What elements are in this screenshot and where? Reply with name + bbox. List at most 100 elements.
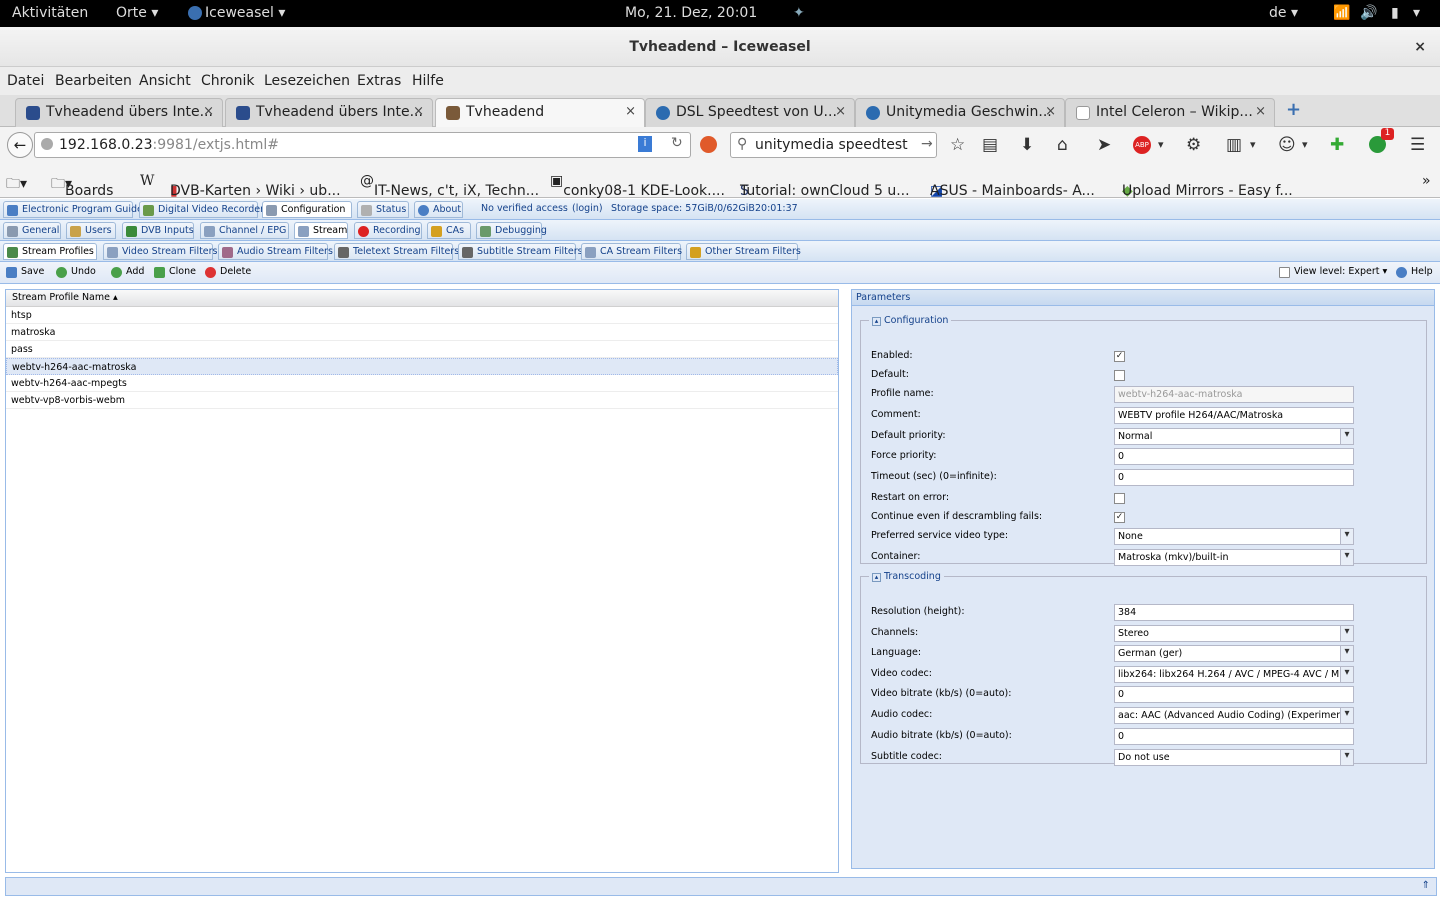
search-input[interactable]: unitymedia speedtest	[755, 137, 908, 153]
site-identity-icon[interactable]	[41, 138, 53, 150]
audio-codec-select[interactable]: aac: AAC (Advanced Audio Coding) (Experi…	[1114, 707, 1354, 724]
timeout-field[interactable]: 0	[1114, 469, 1354, 486]
tab-status[interactable]: Status	[357, 201, 409, 218]
configuration-legend[interactable]: ▴ Configuration	[869, 315, 951, 326]
downloads-icon[interactable]: ⬇	[1020, 135, 1034, 155]
save-button[interactable]: Save	[6, 266, 44, 278]
browser-tab-active[interactable]: Tvheadend ×	[435, 98, 645, 128]
collapse-icon[interactable]: ▴	[872, 317, 881, 326]
audio-bitrate-field[interactable]: 0	[1114, 728, 1354, 745]
resolution-field[interactable]: 384	[1114, 604, 1354, 621]
browser-tab[interactable]: Tvheadend übers Inte... ×	[15, 98, 223, 127]
bookmarks-list-icon[interactable]: ▤	[982, 135, 998, 155]
home-icon[interactable]: ⌂	[1057, 135, 1068, 155]
browser-tab[interactable]: Intel Celeron – Wikip... ×	[1065, 98, 1275, 127]
wikipedia-icon[interactable]: W	[140, 173, 154, 189]
view-level-dropdown[interactable]: View level: Expert ▾	[1279, 266, 1387, 278]
tab-debugging[interactable]: Debugging	[476, 222, 547, 239]
tab-teletext-filters[interactable]: Teletext Stream Filters	[334, 243, 459, 260]
preferred-video-select[interactable]: None	[1114, 528, 1354, 545]
menu-extras[interactable]: Extras	[357, 73, 401, 89]
tab-close-icon[interactable]: ×	[203, 104, 214, 119]
app-menu[interactable]: Iceweasel ▾	[205, 5, 285, 21]
menu-bearbeiten[interactable]: Bearbeiten	[55, 73, 132, 89]
wifi-icon[interactable]: 📶	[1333, 5, 1350, 21]
tab-about[interactable]: About	[414, 201, 463, 218]
table-row[interactable]: matroska	[6, 324, 838, 341]
tab-cas[interactable]: CAs	[427, 222, 471, 239]
table-row[interactable]: webtv-h264-aac-mpegts	[6, 375, 838, 392]
default-priority-select[interactable]: Normal	[1114, 428, 1354, 445]
table-row[interactable]: webtv-vp8-vorbis-webm	[6, 392, 838, 409]
tab-ca-filters[interactable]: CA Stream Filters	[581, 243, 682, 260]
help-button[interactable]: Help	[1396, 266, 1433, 278]
login-link[interactable]: (login)	[572, 203, 603, 214]
tab-stream[interactable]: Stream	[294, 222, 348, 239]
tab-close-icon[interactable]: ×	[1045, 104, 1056, 119]
volume-icon[interactable]: 🔊	[1360, 5, 1377, 21]
tab-video-filters[interactable]: Video Stream Filters	[103, 243, 218, 260]
adblock-disabled-icon[interactable]	[700, 136, 717, 153]
tab-dvr[interactable]: Digital Video Recorder	[139, 201, 264, 218]
tab-users[interactable]: Users	[66, 222, 116, 239]
tab-other-filters[interactable]: Other Stream Filters	[686, 243, 801, 260]
extension-gear-icon[interactable]: ⚙	[1186, 135, 1201, 155]
browser-tab[interactable]: Tvheadend übers Inte... ×	[225, 98, 433, 127]
subtitle-codec-select[interactable]: Do not use	[1114, 749, 1354, 766]
menu-datei[interactable]: Datei	[7, 73, 44, 89]
tab-channel-epg[interactable]: Channel / EPG	[200, 222, 289, 239]
chevron-down-icon[interactable]: ▾	[1250, 138, 1256, 151]
browser-tab[interactable]: Unitymedia Geschwin... ×	[855, 98, 1065, 127]
language-select[interactable]: German (ger)	[1114, 645, 1354, 662]
tab-epg[interactable]: Electronic Program Guide	[3, 201, 143, 218]
tab-general[interactable]: General	[3, 222, 61, 239]
transcoding-legend[interactable]: ▴ Transcoding	[869, 571, 944, 582]
undo-button[interactable]: Undo	[56, 266, 96, 278]
chevron-down-icon[interactable]: ▾	[1158, 138, 1164, 151]
new-tab-button[interactable]: +	[1286, 99, 1301, 120]
send-icon[interactable]: ➤	[1097, 135, 1111, 155]
chevron-down-icon[interactable]: ▾	[1302, 138, 1308, 151]
browser-tab[interactable]: DSL Speedtest von U... ×	[645, 98, 855, 127]
tab-close-icon[interactable]: ×	[835, 104, 846, 119]
delete-button[interactable]: Delete	[205, 266, 251, 278]
power-menu-icon[interactable]: ▾	[1413, 5, 1420, 21]
tab-close-icon[interactable]: ×	[625, 104, 636, 119]
table-row[interactable]: htsp	[6, 307, 838, 324]
video-bitrate-field[interactable]: 0	[1114, 686, 1354, 703]
window-close-button[interactable]: ×	[1414, 27, 1426, 67]
restart-checkbox[interactable]	[1114, 493, 1125, 504]
force-priority-field[interactable]: 0	[1114, 448, 1354, 465]
places-menu[interactable]: Orte ▾	[116, 5, 158, 21]
clock[interactable]: Mo, 21. Dez, 20:01	[625, 5, 757, 21]
search-go-icon[interactable]: →	[921, 136, 933, 152]
default-checkbox[interactable]	[1114, 370, 1125, 381]
greasemonkey-icon[interactable]: ☺	[1278, 135, 1296, 155]
info-icon[interactable]: i	[638, 136, 652, 152]
channels-select[interactable]: Stereo	[1114, 625, 1354, 642]
tab-audio-filters[interactable]: Audio Stream Filters	[218, 243, 333, 260]
tab-close-icon[interactable]: ×	[1255, 104, 1266, 119]
battery-icon[interactable]: ▮	[1391, 5, 1399, 21]
tab-configuration[interactable]: Configuration	[262, 201, 352, 218]
bookmarks-menu-button[interactable]: 🗀▾	[6, 173, 27, 197]
menu-lesezeichen[interactable]: Lesezeichen	[264, 73, 350, 89]
bookmark-star-icon[interactable]: ☆	[950, 135, 965, 155]
table-row-selected[interactable]: webtv-h264-aac-matroska	[6, 358, 838, 375]
continue-checkbox[interactable]: ✓	[1114, 512, 1125, 523]
menu-hilfe[interactable]: Hilfe	[412, 73, 444, 89]
extension-icon[interactable]: ✦	[793, 5, 805, 21]
menu-chronik[interactable]: Chronik	[201, 73, 255, 89]
back-button[interactable]: ←	[7, 132, 33, 158]
search-bar[interactable]: ⚲ unitymedia speedtest →	[730, 132, 937, 158]
language-indicator[interactable]: de ▾	[1269, 5, 1298, 21]
video-codec-select[interactable]: libx264: libx264 H.264 / AVC / MPEG-4 AV…	[1114, 666, 1354, 683]
collapse-up-icon[interactable]: ⇑	[1422, 880, 1430, 891]
reload-icon[interactable]: ↻	[671, 135, 683, 151]
collapse-icon[interactable]: ▴	[872, 573, 881, 582]
tab-stream-profiles[interactable]: Stream Profiles	[3, 243, 97, 260]
table-row[interactable]: pass	[6, 341, 838, 358]
bookmark-conky[interactable]: ▣ conky08-1 KDE-Look....	[550, 173, 725, 199]
tab-subtitle-filters[interactable]: Subtitle Stream Filters	[458, 243, 583, 260]
clipboard-icon[interactable]: ▥	[1226, 135, 1242, 155]
